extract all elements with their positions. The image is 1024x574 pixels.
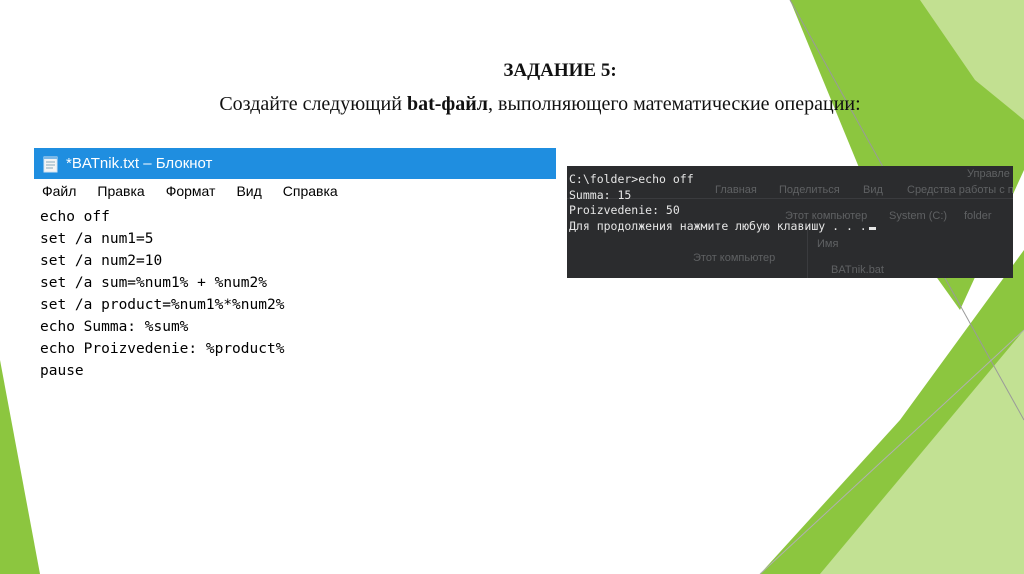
subtitle-bold: bat-файл <box>406 93 488 115</box>
explorer-path-drive: System (C:) <box>889 210 948 222</box>
notepad-editor[interactable]: echo off set /a num1=5 set /a num2=10 se… <box>34 203 556 385</box>
explorer-column-name: Имя <box>817 238 839 250</box>
menu-help[interactable]: Справка <box>281 181 340 201</box>
slide-title: ЗАДАНИЕ 5: <box>503 60 617 81</box>
code-line: pause <box>40 363 84 379</box>
slide: ЗАДАНИЕ 5: Создайте следующий bat-файл, … <box>0 0 1024 574</box>
notepad-title: *BATnik.txt – Блокнот <box>66 155 213 172</box>
code-line: set /a num2=10 <box>40 253 163 269</box>
code-line: set /a sum=%num1% + %num2% <box>40 275 267 291</box>
notepad-menubar: Файл Правка Формат Вид Справка <box>34 179 556 203</box>
console-line: Proizvedenie: 50 <box>569 203 680 217</box>
code-line: echo Summa: %sum% <box>40 319 189 335</box>
explorer-pane-divider <box>807 228 808 278</box>
console-cursor <box>868 226 876 230</box>
green-shape-left <box>0 360 40 574</box>
explorer-file: BATnik.bat <box>831 264 884 276</box>
console-line: C:\folder>echo off <box>569 172 694 186</box>
notepad-titlebar: *BATnik.txt – Блокнот <box>34 148 556 179</box>
notepad-icon <box>42 155 60 173</box>
console-output: C:\folder>echo off Summa: 15 Proizvedeni… <box>569 172 876 234</box>
menu-format[interactable]: Формат <box>164 181 218 201</box>
explorer-top-right: Управле <box>967 168 1010 180</box>
console-line: Summa: 15 <box>569 187 632 202</box>
menu-file[interactable]: Файл <box>40 181 78 201</box>
explorer-path-folder: folder <box>964 210 992 222</box>
menu-edit[interactable]: Правка <box>95 181 146 201</box>
console-window: Управле Главная Поделиться Вид Средства … <box>567 166 1013 278</box>
code-line: echo off <box>40 209 110 225</box>
console-line-prompt: Для продолжения нажмите любую клавишу . … <box>569 219 876 235</box>
console-pause-text: Для продолжения нажмите любую клавишу . … <box>569 218 867 233</box>
menu-view[interactable]: Вид <box>234 181 263 201</box>
explorer-nav-computer: Этот компьютер <box>693 252 776 264</box>
code-line: set /a product=%num1%*%num2% <box>40 297 285 313</box>
subtitle-text-1: Создайте следующий <box>219 93 407 115</box>
code-line: echo Proizvedenie: %product% <box>40 341 285 357</box>
explorer-tab-tools: Средства работы с пр <box>907 184 1013 196</box>
subtitle-text-2: , выполняющего математические операции: <box>488 93 861 115</box>
code-line: set /a num1=5 <box>40 231 154 247</box>
slide-subtitle: Создайте следующий bat-файл, выполняющег… <box>0 93 1024 116</box>
notepad-window: *BATnik.txt – Блокнот Файл Правка Формат… <box>34 148 556 380</box>
